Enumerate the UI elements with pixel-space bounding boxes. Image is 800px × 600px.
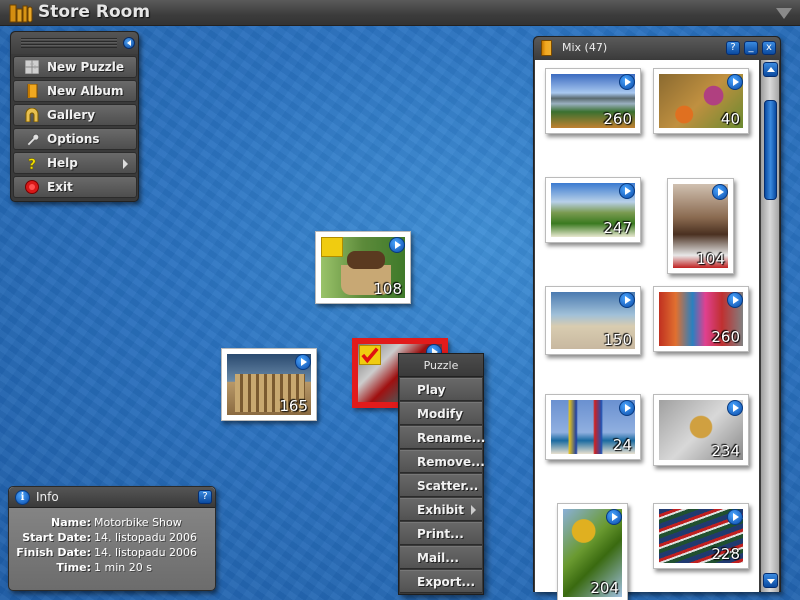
gallery-arch-icon bbox=[25, 108, 39, 122]
context-item-modify[interactable]: Modify bbox=[400, 402, 482, 425]
puzzle-card-puppies[interactable]: 108 bbox=[315, 231, 411, 304]
scrollbar-thumb[interactable] bbox=[764, 100, 777, 200]
grip-lines bbox=[21, 38, 117, 48]
puzzle-piece-icon bbox=[25, 60, 39, 74]
album-thumbnail[interactable]: 40 bbox=[653, 68, 749, 134]
play-icon[interactable] bbox=[619, 400, 635, 416]
menu-drag-handle[interactable] bbox=[11, 32, 138, 54]
album-thumbnail[interactable]: 260 bbox=[545, 68, 641, 134]
scroll-down-button[interactable] bbox=[763, 573, 778, 588]
title-bar: Store Room bbox=[0, 0, 800, 26]
play-icon[interactable] bbox=[727, 509, 743, 525]
play-icon[interactable] bbox=[389, 237, 405, 253]
wrench-icon bbox=[26, 133, 39, 146]
info-row-start-date: Start Date: 14. listopadu 2006 bbox=[22, 531, 198, 544]
question-icon: ? bbox=[28, 157, 37, 170]
info-row-time: Time: 1 min 20 s bbox=[56, 561, 152, 574]
album-panel: Mix (47) ? _ x 260 40 247 104 150 260 24… bbox=[533, 36, 781, 600]
album-close-button[interactable]: x bbox=[762, 41, 776, 55]
menu-item-exit[interactable]: Exit bbox=[13, 176, 137, 198]
info-panel: i Info ? Name: Motorbike Show Start Date… bbox=[8, 486, 216, 591]
info-icon: i bbox=[15, 490, 30, 505]
play-icon[interactable] bbox=[619, 183, 635, 199]
info-row-name: Name: Motorbike Show bbox=[51, 516, 182, 529]
puzzle-card-parthenon[interactable]: 165 bbox=[221, 348, 317, 421]
menu-item-new-album[interactable]: New Album bbox=[13, 80, 137, 102]
submenu-arrow-icon bbox=[471, 505, 476, 515]
album-thumbnail[interactable]: 247 bbox=[545, 177, 641, 243]
context-item-rename[interactable]: Rename... bbox=[400, 426, 485, 449]
album-thumbnail[interactable]: 234 bbox=[653, 394, 749, 466]
play-icon[interactable] bbox=[619, 74, 635, 90]
context-item-export[interactable]: Export... bbox=[400, 570, 482, 593]
context-item-exhibit[interactable]: Exhibit bbox=[400, 498, 482, 521]
album-thumbnail-grid: 260 40 247 104 150 260 24 234 204 228 bbox=[535, 60, 759, 600]
album-title: Mix (47) bbox=[562, 41, 608, 54]
in-progress-puzzle-icon bbox=[321, 237, 343, 257]
context-item-mail[interactable]: Mail... bbox=[400, 546, 482, 569]
play-icon[interactable] bbox=[727, 292, 743, 308]
info-help-button[interactable]: ? bbox=[198, 490, 212, 504]
puzzle-context-menu: Puzzle Play Modify Rename... Remove... S… bbox=[398, 353, 485, 595]
menu-item-gallery[interactable]: Gallery bbox=[13, 104, 137, 126]
submenu-arrow-icon bbox=[123, 159, 128, 169]
scroll-up-button[interactable] bbox=[763, 62, 778, 77]
album-thumbnail[interactable]: 150 bbox=[545, 286, 641, 355]
menu-item-new-puzzle[interactable]: New Puzzle bbox=[13, 56, 137, 78]
play-icon[interactable] bbox=[712, 184, 728, 200]
power-icon bbox=[25, 180, 39, 194]
album-icon bbox=[541, 40, 552, 56]
album-help-button[interactable]: ? bbox=[726, 41, 740, 55]
play-icon[interactable] bbox=[619, 292, 635, 308]
context-item-print[interactable]: Print... bbox=[400, 522, 482, 545]
bookshelf-icon bbox=[9, 4, 33, 23]
play-icon[interactable] bbox=[606, 509, 622, 525]
album-thumbnail[interactable]: 228 bbox=[653, 503, 749, 569]
info-title: Info bbox=[36, 490, 59, 504]
album-scrollbar[interactable] bbox=[761, 60, 779, 592]
app-title: Store Room bbox=[38, 2, 151, 22]
menu-item-options[interactable]: Options bbox=[13, 128, 137, 150]
album-thumbnail[interactable]: 24 bbox=[545, 394, 641, 460]
context-menu-header: Puzzle bbox=[399, 354, 483, 377]
context-item-scatter[interactable]: Scatter... bbox=[400, 474, 482, 497]
context-item-remove[interactable]: Remove... bbox=[400, 450, 485, 473]
album-thumbnail[interactable]: 260 bbox=[653, 286, 749, 352]
window-menu-dropdown[interactable] bbox=[776, 8, 792, 19]
main-menu-panel: New Puzzle New Album Gallery Options ? H… bbox=[10, 31, 139, 202]
completed-puzzle-icon bbox=[359, 345, 381, 365]
play-icon[interactable] bbox=[727, 400, 743, 416]
album-thumbnail[interactable]: 104 bbox=[667, 178, 734, 274]
context-item-play[interactable]: Play bbox=[400, 378, 482, 401]
menu-item-help[interactable]: ? Help bbox=[13, 152, 137, 174]
info-header[interactable]: i Info ? bbox=[9, 487, 215, 508]
play-icon[interactable] bbox=[727, 74, 743, 90]
svg-text:?: ? bbox=[28, 157, 36, 170]
album-minimize-button[interactable]: _ bbox=[744, 41, 758, 55]
play-icon[interactable] bbox=[295, 354, 311, 370]
info-row-finish-date: Finish Date: 14. listopadu 2006 bbox=[16, 546, 198, 559]
album-icon bbox=[27, 84, 38, 98]
collapse-menu-button[interactable] bbox=[123, 37, 135, 49]
album-thumbnail[interactable]: 204 bbox=[557, 503, 628, 600]
album-header[interactable]: Mix (47) ? _ x bbox=[534, 37, 780, 59]
